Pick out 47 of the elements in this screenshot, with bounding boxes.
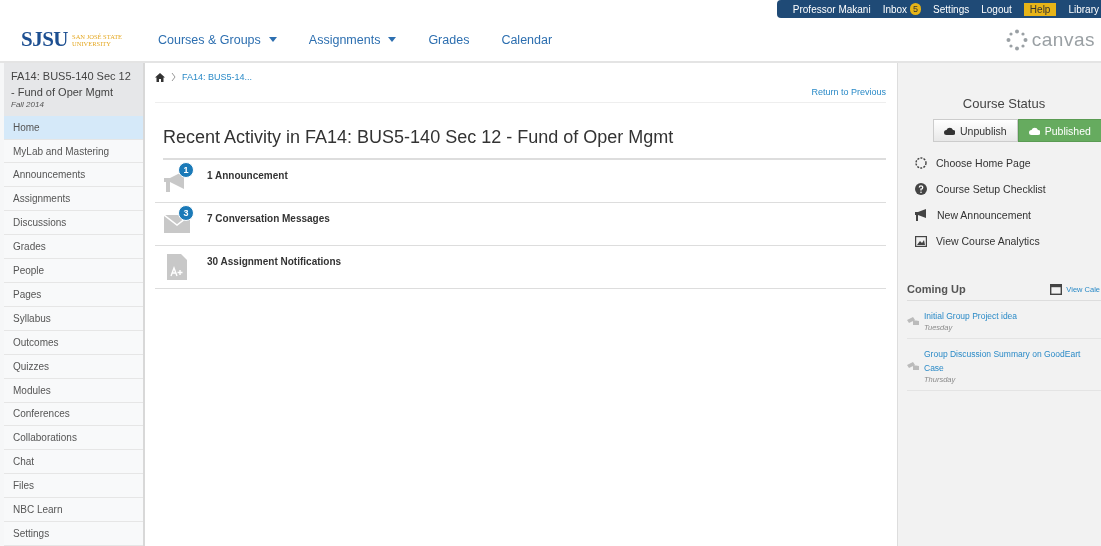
count-badge: 3 bbox=[178, 205, 194, 221]
activity-link[interactable]: 30 Assignment Notifications bbox=[207, 256, 342, 267]
nav-link[interactable]: Calendar bbox=[501, 32, 553, 47]
caret-icon bbox=[388, 37, 397, 42]
home-icon[interactable] bbox=[155, 72, 165, 82]
dashed-circle-icon bbox=[915, 157, 927, 169]
brand-name: canvas bbox=[1031, 28, 1095, 51]
course-action-link[interactable]: Course Setup Checklist bbox=[915, 183, 1101, 195]
breadcrumb-link[interactable]: FA14: BUS5-14... bbox=[182, 72, 253, 82]
graded-document-icon bbox=[167, 254, 187, 280]
publish-toggle-button[interactable]: Unpublish bbox=[933, 119, 1018, 142]
activity-link[interactable]: 1 Announcement bbox=[207, 170, 288, 181]
course-term: Fall 2014 bbox=[11, 100, 45, 109]
chevron-icon bbox=[171, 73, 176, 81]
user-link[interactable]: Professor Makani bbox=[792, 3, 871, 15]
calendar-icon bbox=[1050, 283, 1063, 295]
section-title: Coming Up bbox=[907, 283, 966, 295]
inbox-count-badge: 5 bbox=[910, 3, 922, 15]
top-link[interactable]: Library bbox=[1068, 3, 1099, 15]
activity-link[interactable]: 7 Conversation Messages bbox=[207, 213, 330, 224]
sidebar-item[interactable]: Home bbox=[4, 115, 143, 140]
course-action-link[interactable]: View Course Analytics bbox=[915, 235, 1101, 247]
top-link[interactable]: Help bbox=[1023, 2, 1057, 16]
canvas-logo-icon bbox=[1005, 28, 1028, 51]
section-title: Course Status bbox=[961, 96, 1047, 111]
event-link[interactable]: Initial Group Project idea bbox=[924, 309, 1018, 323]
image-icon bbox=[915, 235, 927, 247]
nav-link[interactable]: Assignments bbox=[308, 32, 397, 47]
caret-icon bbox=[268, 37, 277, 42]
page-heading: Recent Activity in FA14: BUS5-140 Sec 12 - Fund of Oper Mgmt bbox=[163, 127, 886, 160]
event-link[interactable]: Group Discussion Summary on GoodEart Case bbox=[924, 347, 1081, 375]
top-link[interactable]: Logout bbox=[981, 3, 1012, 15]
cloud-icon bbox=[1028, 126, 1040, 135]
envelope-icon bbox=[164, 215, 190, 233]
count-badge: 1 bbox=[178, 162, 194, 178]
help-icon bbox=[915, 183, 927, 195]
course-action-link[interactable]: Choose Home Page bbox=[915, 157, 1101, 169]
top-link[interactable]: Settings bbox=[933, 3, 970, 15]
nav-link[interactable]: Courses & Groups bbox=[158, 32, 277, 47]
course-action-link[interactable]: New Announcement bbox=[915, 209, 1101, 221]
megaphone-icon bbox=[915, 209, 928, 221]
nav-link[interactable]: Grades bbox=[428, 32, 470, 47]
return-link[interactable]: Return to Previous bbox=[811, 87, 886, 97]
logo-mark: SJSU bbox=[21, 27, 69, 52]
inbox-link[interactable]: Inbox bbox=[882, 3, 908, 15]
course-title: FA14: BUS5-140 Sec 12 - Fund of Oper Mgmt bbox=[11, 69, 132, 100]
cloud-icon bbox=[944, 126, 955, 135]
